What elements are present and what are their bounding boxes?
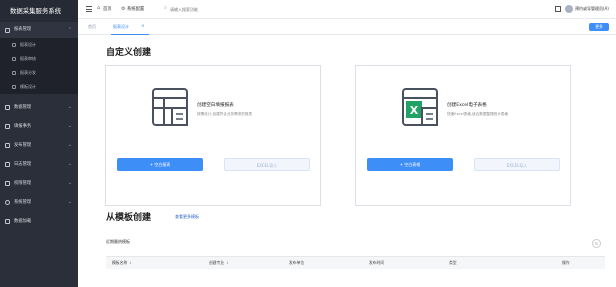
svg-text:X: X (410, 104, 419, 117)
excel-icon: X (402, 88, 438, 126)
card-description: 快速Excel表格,适合数据整理统计表格 (447, 112, 508, 116)
user-name[interactable]: 预约或导管理员(A) (575, 6, 609, 12)
chevron-down-icon: ⌄ (67, 199, 72, 205)
distribute-icon (12, 71, 16, 75)
tab-home[interactable]: 首页 (88, 24, 96, 30)
sort-icon[interactable]: ⇕ (129, 261, 132, 265)
custom-create-title: 自定义创建 (106, 48, 152, 58)
table-design-icon (152, 88, 188, 126)
user-avatar[interactable] (565, 5, 573, 13)
card-description: 按需设计,创建符合业务需求的报表 (197, 112, 253, 116)
tab-report-design[interactable]: 报表设计 × (111, 19, 149, 35)
sidebar-item-template-design[interactable]: 模板设计 (0, 80, 78, 94)
settings-icon: ⚙ (121, 5, 126, 12)
log-icon (5, 162, 10, 167)
sidebar-group-fill-affairs[interactable]: 填报事务 ⌄ (0, 117, 78, 136)
report-icon (5, 27, 10, 33)
gear-icon (5, 200, 10, 205)
fullscreen-icon[interactable] (555, 6, 561, 12)
column-creator[interactable]: 创建专业 (209, 257, 224, 269)
sidebar-group-report-management[interactable]: 报表管理 ⌃ (0, 22, 78, 38)
menu-toggle-icon[interactable] (86, 6, 92, 12)
table-header: 模板名称 ⇕ 创建专业 ⇕ 发布单位 发布时间 类型 操作 (106, 257, 605, 269)
sidebar: 数据采集服务系统 报表管理 ⌃ 报表设计 报表审核 报表分发 模板设计 数据管理… (0, 0, 78, 287)
template-create-title: 从模板创建 (106, 213, 152, 223)
sidebar-group-log-management[interactable]: 日志管理 ⌄ (0, 155, 78, 174)
column-publish-time: 发布时间 (369, 260, 385, 265)
lock-icon (5, 181, 10, 186)
close-icon[interactable]: × (141, 24, 145, 29)
sidebar-submenu: 报表设计 报表审核 报表分发 模板设计 (0, 38, 78, 94)
design-icon (12, 43, 16, 47)
sidebar-group-system-management[interactable]: 系统管理 ⌄ (0, 193, 78, 212)
sidebar-group-permission-management[interactable]: 权限管理 ⌄ (0, 174, 78, 193)
chevron-down-icon: ⌄ (67, 104, 72, 110)
sort-icon[interactable]: ⇕ (226, 261, 229, 265)
sidebar-item-report-design[interactable]: 报表设计 (0, 38, 78, 52)
column-publish-unit: 发布单位 (289, 260, 305, 265)
main-content: 自定义创建 创建空白填报报表 按需设计,创建符合业务需求的报表 + 空白报表 E… (78, 35, 616, 287)
sidebar-item-report-review[interactable]: 报表审核 (0, 52, 78, 66)
column-type: 类型 (449, 260, 457, 265)
blank-report-button[interactable]: + 空白报表 (117, 158, 203, 171)
column-template-name[interactable]: 模板名称 (112, 257, 127, 269)
recent-templates-label: 近期最热模板 (106, 239, 130, 244)
breadcrumb-home[interactable]: 首页 (103, 6, 112, 12)
chevron-down-icon: ⌄ (67, 180, 72, 186)
create-blank-report-card: 创建空白填报报表 按需设计,创建符合业务需求的报表 + 空白报表 EXCEL导入 (105, 65, 321, 206)
card-title: 创建空白填报报表 (197, 103, 234, 108)
sidebar-group-data-management[interactable]: 数据管理 ⌄ (0, 98, 78, 117)
excel-import-button[interactable]: EXCEL导入 (224, 158, 310, 171)
chevron-down-icon: ⌄ (67, 142, 72, 148)
breadcrumb-current[interactable]: 系统配置 (127, 6, 144, 12)
chevron-down-icon: ⌄ (67, 161, 72, 167)
sidebar-item-report-distribute[interactable]: 报表分发 (0, 66, 78, 80)
refresh-icon[interactable]: ↻ (592, 239, 601, 248)
search-icon: ⌕ (164, 5, 167, 11)
top-bar: ⌂ 首页 ⚙ 系统配置 ⌕ 预约或导管理员(A) (78, 0, 616, 19)
database-icon (5, 105, 10, 110)
sidebar-group-publish-management[interactable]: 发布管理 ⌄ (0, 136, 78, 155)
tab-label: 报表设计 (113, 24, 129, 29)
blank-sheet-button[interactable]: + 空白表格 (367, 158, 453, 171)
excel-import-button[interactable]: EXCEL导入 (474, 158, 560, 171)
load-icon (5, 219, 10, 224)
view-more-templates-link[interactable]: 查看更多模板 (175, 214, 199, 220)
search-input[interactable] (170, 4, 240, 14)
table-row (106, 269, 605, 287)
app-title: 数据采集服务系统 (0, 0, 78, 22)
chevron-up-icon: ⌃ (67, 27, 72, 33)
column-actions: 操作 (562, 260, 570, 265)
home-icon: ⌂ (97, 5, 101, 11)
chevron-down-icon: ⌄ (67, 123, 72, 129)
edit-icon (5, 124, 10, 129)
publish-icon (5, 143, 10, 148)
template-icon (12, 85, 16, 89)
review-icon (12, 57, 16, 61)
create-excel-sheet-card: X 创建Excel电子表格 快速Excel表格,适合数据整理统计表格 + 空白表… (355, 65, 571, 206)
card-title: 创建Excel电子表格 (447, 103, 487, 108)
tabs-bar: 首页 报表设计 × 更多 (78, 19, 616, 35)
sidebar-group-data-loading[interactable]: 数据加载 (0, 212, 78, 231)
more-button[interactable]: 更多 (589, 23, 609, 31)
templates-table: 模板名称 ⇕ 创建专业 ⇕ 发布单位 发布时间 类型 操作 (106, 256, 605, 287)
